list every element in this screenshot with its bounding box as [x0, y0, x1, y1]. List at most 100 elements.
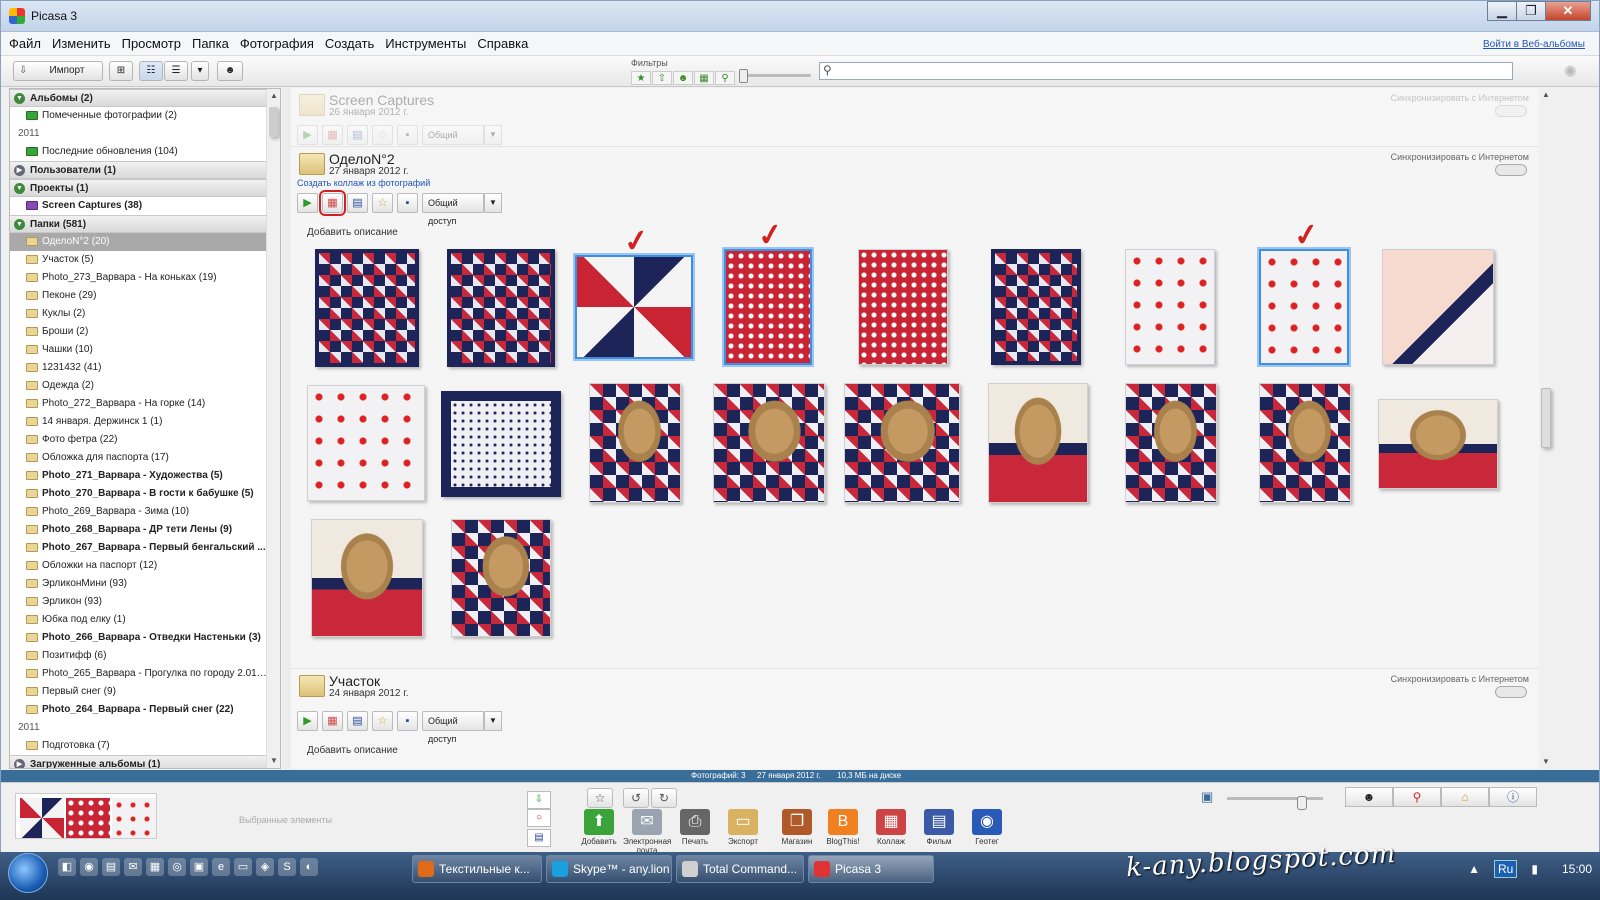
- sidebar-item[interactable]: ОделоN°2 (20): [10, 233, 267, 251]
- action-button[interactable]: ⬆ Добавить: [575, 809, 623, 846]
- share-button[interactable]: Общий доступ: [422, 711, 484, 744]
- action-button[interactable]: ❐ Магазин: [773, 809, 821, 846]
- sidebar-item[interactable]: Photo_268_Варвара - ДР тети Лены (9): [10, 521, 267, 539]
- close-button[interactable]: ✕: [1545, 1, 1591, 21]
- share-button[interactable]: Общий доступ: [422, 193, 484, 226]
- sidebar-item[interactable]: Обложки на паспорт (12): [10, 557, 267, 575]
- menu-view[interactable]: Просмотр: [122, 36, 181, 51]
- sidebar-item[interactable]: Photo_273_Варвара - На коньках (19): [10, 269, 267, 287]
- action-button[interactable]: B BlogThis!: [819, 809, 867, 846]
- photo-thumbnail[interactable]: [1259, 249, 1349, 365]
- photo-thumbnail[interactable]: [1378, 399, 1498, 489]
- sidebar-item[interactable]: Photo_265_Варвара - Прогулка по городу 2…: [10, 665, 267, 683]
- sidebar-item[interactable]: Участок (5): [10, 251, 267, 269]
- list-view-button[interactable]: ☰: [164, 61, 188, 81]
- star-button[interactable]: ☆: [372, 193, 393, 213]
- scroll-down-arrow-icon[interactable]: ▼: [267, 754, 280, 768]
- web-albums-signin-link[interactable]: Войти в Веб-альбомы: [1483, 39, 1585, 50]
- slider-thumb[interactable]: [1297, 796, 1307, 810]
- import-button[interactable]: ⇩ Импорт: [13, 61, 103, 81]
- quick-launch-icon[interactable]: ◧: [58, 858, 76, 876]
- action-button[interactable]: ⎙ Печать: [671, 809, 719, 846]
- scroll-up-arrow-icon[interactable]: ▲: [1539, 88, 1553, 102]
- main-scrollbar[interactable]: ▲ ▼: [1539, 88, 1553, 769]
- add-to-album-button[interactable]: ⊞: [109, 61, 133, 81]
- sidebar-group-header[interactable]: ▼ Альбомы (2): [10, 89, 267, 107]
- star-button[interactable]: ☆: [372, 711, 393, 731]
- photo-thumbnail[interactable]: [441, 391, 561, 497]
- filter-geotag-icon[interactable]: ⚲: [715, 71, 735, 85]
- sidebar-item[interactable]: Чашки (10): [10, 341, 267, 359]
- photo-thumbnail[interactable]: [1259, 383, 1351, 503]
- network-icon[interactable]: ▮: [1531, 862, 1538, 876]
- sidebar-item[interactable]: Photo_270_Варвара - В гости к бабушке (5…: [10, 485, 267, 503]
- sidebar-group-header[interactable]: ▼ Проекты (1): [10, 179, 267, 197]
- hold-pin-icon[interactable]: ⇩: [527, 791, 551, 809]
- taskbar-button[interactable]: Total Command...: [676, 855, 804, 883]
- taskbar-button[interactable]: Текстильные к...: [412, 855, 542, 883]
- scroll-down-arrow-icon[interactable]: ▼: [1539, 755, 1553, 769]
- tags-panel-button[interactable]: ⌂: [1441, 787, 1489, 807]
- filter-faces-icon[interactable]: ☻: [673, 71, 693, 85]
- photo-thumbnail[interactable]: [713, 383, 825, 503]
- people-button[interactable]: ☻: [217, 61, 243, 81]
- save-button[interactable]: ▪: [397, 125, 418, 145]
- photo-thumbnail[interactable]: [589, 383, 681, 503]
- photo-thumbnail[interactable]: [307, 385, 425, 501]
- sidebar-item[interactable]: Photo_264_Варвара - Первый снег (22): [10, 701, 267, 719]
- language-indicator[interactable]: Ru: [1494, 860, 1518, 878]
- sidebar-item[interactable]: ЭрликонМини (93): [10, 575, 267, 593]
- filter-starred-icon[interactable]: ★: [631, 71, 651, 85]
- share-button[interactable]: Общий доступ: [422, 125, 484, 158]
- sidebar-item[interactable]: Последние обновления (104): [10, 143, 267, 161]
- info-panel-button[interactable]: ⓘ: [1489, 787, 1537, 807]
- sync-toggle[interactable]: [1495, 686, 1527, 698]
- sidebar-item[interactable]: Одежда (2): [10, 377, 267, 395]
- sidebar-item[interactable]: Photo_271_Варвара - Художества (5): [10, 467, 267, 485]
- play-slideshow-button[interactable]: ▶: [297, 125, 318, 145]
- menu-file[interactable]: Файл: [9, 36, 41, 51]
- date-filter-slider[interactable]: [739, 69, 811, 83]
- sidebar-item[interactable]: 1231432 (41): [10, 359, 267, 377]
- sync-toggle[interactable]: [1495, 105, 1527, 117]
- tray-album-icon[interactable]: ▤: [527, 829, 551, 847]
- sidebar-scroll-thumb[interactable]: [269, 107, 278, 137]
- action-button[interactable]: ▦ Коллаж: [867, 809, 915, 846]
- sidebar-item[interactable]: Позитифф (6): [10, 647, 267, 665]
- tray-expand-icon[interactable]: ▲: [1468, 862, 1480, 876]
- sidebar-item[interactable]: Обложка для паспорта (17): [10, 449, 267, 467]
- sidebar-item[interactable]: 14 января. Держинск 1 (1): [10, 413, 267, 431]
- create-collage-button[interactable]: ▦: [319, 190, 346, 216]
- filter-uploaded-icon[interactable]: ⇧: [652, 71, 672, 85]
- quick-launch-icon[interactable]: ▦: [146, 858, 164, 876]
- sidebar-item[interactable]: Эрликон (93): [10, 593, 267, 611]
- photo-thumbnail[interactable]: [724, 249, 812, 365]
- filter-movies-icon[interactable]: ▦: [694, 71, 714, 85]
- menu-tools[interactable]: Инструменты: [385, 36, 466, 51]
- sidebar-item[interactable]: Photo_272_Варвара - На горке (14): [10, 395, 267, 413]
- menu-help[interactable]: Справка: [477, 36, 528, 51]
- share-dropdown-button[interactable]: ▼: [484, 193, 502, 213]
- search-input[interactable]: ⚲: [819, 62, 1513, 80]
- selection-tray[interactable]: [15, 793, 157, 839]
- expand-closed-icon[interactable]: ▶: [14, 165, 25, 176]
- photo-thumbnail[interactable]: [858, 249, 948, 365]
- start-button[interactable]: [8, 853, 48, 893]
- sidebar-item[interactable]: Photo_267_Варвара - Первый бенгальский .…: [10, 539, 267, 557]
- expand-open-icon[interactable]: ▼: [14, 219, 25, 230]
- quick-launch-icon[interactable]: ▣: [190, 858, 208, 876]
- menu-edit[interactable]: Изменить: [52, 36, 111, 51]
- quick-launch-icon[interactable]: e: [212, 858, 230, 876]
- expand-open-icon[interactable]: ▼: [14, 93, 25, 104]
- sidebar-group-header[interactable]: ▼ Папки (581): [10, 215, 267, 233]
- create-movie-button[interactable]: ▤: [347, 711, 368, 731]
- action-button[interactable]: ◉ Геотег: [963, 809, 1011, 846]
- sidebar-item[interactable]: Пеконе (29): [10, 287, 267, 305]
- people-panel-button[interactable]: ☻: [1345, 787, 1393, 807]
- create-collage-button[interactable]: ▦: [322, 711, 343, 731]
- expand-closed-icon[interactable]: ▶: [14, 759, 25, 768]
- sidebar-item[interactable]: Photo_266_Варвара - Отведки Настеньки (3…: [10, 629, 267, 647]
- play-slideshow-button[interactable]: ▶: [297, 193, 318, 213]
- photo-thumbnail[interactable]: [1125, 383, 1217, 503]
- photo-thumbnail[interactable]: [451, 519, 551, 637]
